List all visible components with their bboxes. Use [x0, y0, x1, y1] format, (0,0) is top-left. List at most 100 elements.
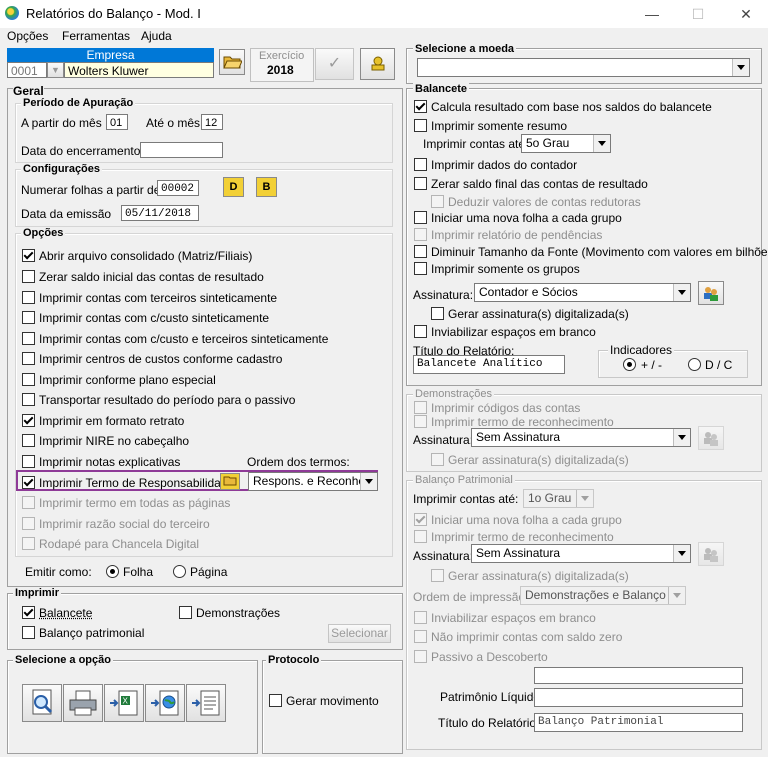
- numerar-field[interactable]: 00002: [157, 180, 199, 196]
- config-title: Configurações: [21, 163, 103, 175]
- bp-campo-field[interactable]: [534, 667, 743, 684]
- opt-transportar-label: Transportar resultado do período para o …: [39, 393, 296, 407]
- gerar-movimento-checkbox[interactable]: [269, 694, 282, 707]
- bal-deduzir-checkbox[interactable]: [431, 195, 444, 208]
- bal-calcula-checkbox[interactable]: [414, 100, 427, 113]
- minimize-icon[interactable]: —: [638, 4, 666, 24]
- bal-diminuir-label: Diminuir Tamanho da Fonte (Movimento com…: [431, 245, 768, 259]
- opt-ccusto-terceiros-checkbox[interactable]: [22, 332, 35, 345]
- bp-nova-folha-checkbox[interactable]: [414, 513, 427, 526]
- bp-pl-label: Patrimônio Líquido: [440, 690, 541, 704]
- emitir-folha-radio[interactable]: [106, 565, 119, 578]
- ind-dc-radio[interactable]: [688, 358, 701, 371]
- imprimir-balanco-checkbox[interactable]: [22, 626, 35, 639]
- opt-termo-checkbox[interactable]: [22, 476, 35, 489]
- print-setup-button[interactable]: [360, 48, 395, 80]
- bp-inviabilizar-checkbox[interactable]: [414, 611, 427, 624]
- emissao-field[interactable]: 05/11/2018: [121, 205, 199, 221]
- confirm-button[interactable]: ✓: [315, 48, 354, 80]
- bp-termo-checkbox[interactable]: [414, 530, 427, 543]
- bal-assinatura-select[interactable]: Contador e Sócios: [474, 283, 691, 302]
- dem-termo-checkbox[interactable]: [414, 415, 427, 428]
- opt-razao-checkbox[interactable]: [22, 517, 35, 530]
- bal-gerar-assinatura-checkbox[interactable]: [431, 307, 444, 320]
- closing-date-label: Data do encerramento: [21, 144, 141, 158]
- opt-notas-checkbox[interactable]: [22, 455, 35, 468]
- bal-diminuir-checkbox[interactable]: [414, 245, 427, 258]
- d-button[interactable]: D: [223, 177, 244, 197]
- export-web-button[interactable]: [145, 684, 185, 722]
- bal-contador-checkbox[interactable]: [414, 158, 427, 171]
- bp-assinatura-select[interactable]: Sem Assinatura: [471, 544, 691, 563]
- empresa-lookup-button[interactable]: ▼: [47, 62, 64, 78]
- app-icon: [5, 6, 19, 20]
- opt-zerar-checkbox[interactable]: [22, 270, 35, 283]
- ordem-termos-select[interactable]: Respons. e Reconhec.: [248, 472, 378, 491]
- bal-titulo-field[interactable]: Balancete Analítico: [413, 355, 565, 374]
- opt-todas-paginas-checkbox[interactable]: [22, 496, 35, 509]
- open-folder-button[interactable]: [219, 49, 245, 75]
- opt-rodape-checkbox[interactable]: [22, 537, 35, 550]
- opt-nire-checkbox[interactable]: [22, 434, 35, 447]
- bal-signers-button[interactable]: [698, 281, 724, 305]
- opt-termo-label: Imprimir Termo de Responsabilidade: [39, 476, 235, 490]
- bp-gerar-assinatura-checkbox[interactable]: [431, 569, 444, 582]
- bp-contas-select[interactable]: 1o Grau: [523, 489, 594, 508]
- dem-assinatura-select[interactable]: Sem Assinatura: [471, 428, 691, 447]
- opt-consolidado-label: Abrir arquivo consolidado (Matriz/Filiai…: [39, 249, 253, 263]
- opt-nire-label: Imprimir NIRE no cabeçalho: [39, 434, 190, 448]
- bp-signers-button[interactable]: [698, 542, 724, 566]
- opt-ccusto-checkbox[interactable]: [22, 311, 35, 324]
- bal-nova-folha-checkbox[interactable]: [414, 211, 427, 224]
- bal-zerar-checkbox[interactable]: [414, 177, 427, 190]
- menu-ferramentas[interactable]: Ferramentas: [62, 29, 130, 43]
- imprimir-demonstracoes-checkbox[interactable]: [179, 606, 192, 619]
- opt-terceiros-checkbox[interactable]: [22, 291, 35, 304]
- to-month-field[interactable]: 12: [201, 114, 223, 130]
- maximize-icon[interactable]: ☐: [684, 4, 712, 24]
- dem-codigos-checkbox[interactable]: [414, 401, 427, 414]
- export-excel-button[interactable]: X: [104, 684, 144, 722]
- bal-contador-label: Imprimir dados do contador: [431, 158, 578, 172]
- bp-ordem-select[interactable]: Demonstrações e Balanço: [520, 586, 686, 605]
- menu-opcoes[interactable]: Opções: [7, 29, 48, 43]
- imprimir-balancete-checkbox[interactable]: [22, 606, 35, 619]
- emitir-pagina-radio[interactable]: [173, 565, 186, 578]
- selecionar-button[interactable]: Selecionar: [328, 624, 391, 643]
- bp-nao-imprimir-checkbox[interactable]: [414, 630, 427, 643]
- b-button[interactable]: B: [256, 177, 277, 197]
- bp-titulo-field[interactable]: Balanço Patrimonial: [534, 713, 743, 732]
- from-month-field[interactable]: 01: [106, 114, 128, 130]
- empresa-name-field[interactable]: Wolters Kluwer: [64, 62, 214, 78]
- opt-retrato-checkbox[interactable]: [22, 414, 35, 427]
- bp-termo-label: Imprimir termo de reconhecimento: [431, 530, 614, 544]
- bp-passivo-checkbox[interactable]: [414, 650, 427, 663]
- bal-pendencias-label: Imprimir relatório de pendências: [431, 228, 603, 242]
- export-text-button[interactable]: [186, 684, 226, 722]
- termo-edit-button[interactable]: [220, 473, 240, 490]
- chevron-down-icon: [668, 587, 685, 604]
- bp-pl-field[interactable]: [534, 688, 743, 707]
- bal-resumo-checkbox[interactable]: [414, 119, 427, 132]
- preview-button[interactable]: [22, 684, 62, 722]
- ind-plus-minus-radio[interactable]: [623, 358, 636, 371]
- menu-ajuda[interactable]: Ajuda: [141, 29, 172, 43]
- bal-inviabilizar-checkbox[interactable]: [414, 325, 427, 338]
- bal-deduzir-label: Deduzir valores de contas redutoras: [448, 195, 641, 209]
- opt-consolidado-checkbox[interactable]: [22, 249, 35, 262]
- dem-gerar-assinatura-checkbox[interactable]: [431, 453, 444, 466]
- bal-grupos-checkbox[interactable]: [414, 262, 427, 275]
- moeda-select[interactable]: [417, 58, 750, 77]
- ind-dc-label: D / C: [705, 358, 733, 372]
- opt-plano-checkbox[interactable]: [22, 373, 35, 386]
- closing-date-field[interactable]: [140, 142, 223, 158]
- opt-centros-checkbox[interactable]: [22, 352, 35, 365]
- print-button[interactable]: [63, 684, 103, 722]
- opt-transportar-checkbox[interactable]: [22, 393, 35, 406]
- bp-assinatura-label: Assinatura:: [413, 549, 474, 563]
- bal-pendencias-checkbox[interactable]: [414, 228, 427, 241]
- close-icon[interactable]: ✕: [732, 4, 760, 24]
- bal-contas-select[interactable]: 5o Grau: [521, 134, 611, 153]
- empresa-code-field[interactable]: 0001: [7, 62, 47, 78]
- dem-signers-button[interactable]: [698, 426, 724, 450]
